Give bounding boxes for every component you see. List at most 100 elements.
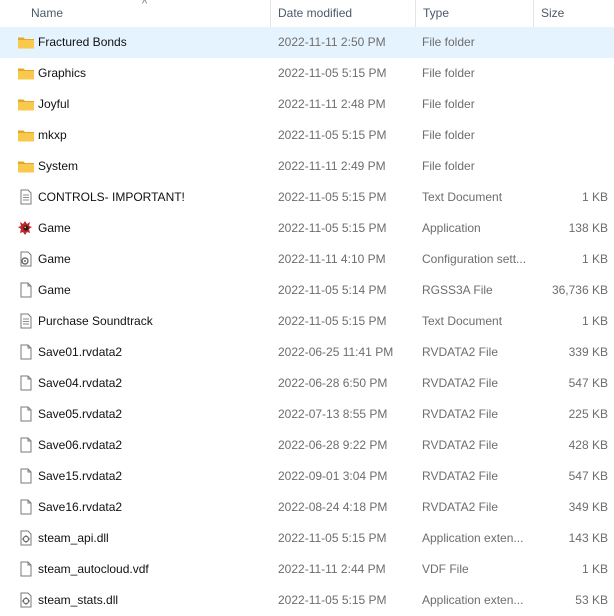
file-name: Game xyxy=(38,283,71,297)
file-row[interactable]: Save15.rvdata2 2022-09-01 3:04 PM RVDATA2 … xyxy=(0,461,614,492)
folder-row[interactable]: Graphics 2022-11-05 5:15 PM File folder xyxy=(0,58,614,89)
file-row[interactable]: Save06.rvdata2 2022-06-28 9:22 PM RVDATA2 … xyxy=(0,430,614,461)
file-date-modified: 2022-11-11 4:10 PM xyxy=(278,252,386,266)
file-size: 1 KB xyxy=(581,252,608,266)
folder-icon xyxy=(17,27,35,58)
file-name: Save05.rvdata2 xyxy=(38,407,123,421)
folder-row[interactable]: System 2022-11-11 2:49 PM File folder xyxy=(0,151,614,182)
folder-icon xyxy=(17,58,35,89)
file-size: 349 KB xyxy=(568,500,608,514)
file-size: 53 KB xyxy=(575,593,608,607)
file-size: 339 KB xyxy=(568,345,608,359)
file-type: RVDATA2 File xyxy=(422,345,499,359)
blank-file-icon xyxy=(17,337,35,368)
blank-file-icon xyxy=(17,399,35,430)
text-document-icon xyxy=(17,306,35,337)
file-type: RGSS3A File xyxy=(422,283,493,297)
file-size: 138 KB xyxy=(568,221,608,235)
file-name: Graphics xyxy=(38,66,87,80)
column-header-date-modified[interactable]: Date modified xyxy=(271,0,415,27)
file-name: Joyful xyxy=(38,97,70,111)
file-date-modified: 2022-11-05 5:15 PM xyxy=(278,221,387,235)
file-name: Game xyxy=(38,252,71,266)
file-row[interactable]: Game 2022-11-05 5:14 PM RGSS3A File 36,736 … xyxy=(0,275,614,306)
blank-file-icon xyxy=(17,554,35,585)
file-size: 143 KB xyxy=(568,531,608,545)
folder-icon xyxy=(17,89,35,120)
file-date-modified: 2022-11-11 2:44 PM xyxy=(278,562,386,576)
file-size xyxy=(540,151,608,182)
file-row[interactable]: Game 2022-11-05 5:15 PM Application 138 KB xyxy=(0,213,614,244)
file-type: RVDATA2 File xyxy=(422,438,499,452)
file-date-modified: 2022-11-05 5:15 PM xyxy=(278,531,387,545)
file-type: Application exten... xyxy=(422,531,524,545)
file-name: Save06.rvdata2 xyxy=(38,438,123,452)
file-size: 1 KB xyxy=(581,562,608,576)
file-row[interactable]: steam_stats.dll 2022-11-05 5:15 PM Applica… xyxy=(0,585,614,616)
folder-row[interactable]: Joyful 2022-11-11 2:48 PM File folder xyxy=(0,89,614,120)
file-size: 225 KB xyxy=(568,407,608,421)
file-row[interactable]: steam_api.dll 2022-11-05 5:15 PM Applicati… xyxy=(0,523,614,554)
file-row[interactable]: Game 2022-11-11 4:10 PM Configuration sett… xyxy=(0,244,614,275)
file-size: 428 KB xyxy=(568,438,608,452)
folder-icon xyxy=(17,120,35,151)
file-name: Save04.rvdata2 xyxy=(38,376,123,390)
file-size xyxy=(540,89,608,120)
file-date-modified: 2022-06-25 11:41 PM xyxy=(278,345,394,359)
file-name: Fractured Bonds xyxy=(38,35,127,49)
column-header-size[interactable]: Size xyxy=(534,0,614,27)
file-type: File folder xyxy=(422,66,475,80)
file-name: steam_autocloud.vdf xyxy=(38,562,149,576)
file-type: Text Document xyxy=(422,314,503,328)
file-row[interactable]: Save16.rvdata2 2022-08-24 4:18 PM RVDATA2 … xyxy=(0,492,614,523)
blank-file-icon xyxy=(17,461,35,492)
file-date-modified: 2022-06-28 9:22 PM xyxy=(278,438,388,452)
file-type: RVDATA2 File xyxy=(422,469,499,483)
file-type: Configuration sett... xyxy=(422,252,527,266)
file-type: File folder xyxy=(422,97,475,111)
file-date-modified: 2022-11-05 5:15 PM xyxy=(278,593,387,607)
file-name: System xyxy=(38,159,79,173)
vertical-scrollbar[interactable] xyxy=(610,27,614,611)
file-type: File folder xyxy=(422,35,475,49)
file-date-modified: 2022-09-01 3:04 PM xyxy=(278,469,388,483)
file-date-modified: 2022-11-05 5:15 PM xyxy=(278,314,387,328)
blank-file-icon xyxy=(17,368,35,399)
file-date-modified: 2022-06-28 6:50 PM xyxy=(278,376,388,390)
file-row[interactable]: steam_autocloud.vdf 2022-11-11 2:44 PM VDF… xyxy=(0,554,614,585)
config-settings-icon xyxy=(17,244,35,275)
file-size: 1 KB xyxy=(581,190,608,204)
folder-row[interactable]: mkxp 2022-11-05 5:15 PM File folder xyxy=(0,120,614,151)
file-row[interactable]: Purchase Soundtrack 2022-11-05 5:15 PM Tex… xyxy=(0,306,614,337)
file-date-modified: 2022-11-05 5:15 PM xyxy=(278,66,387,80)
file-date-modified: 2022-08-24 4:18 PM xyxy=(278,500,388,514)
file-date-modified: 2022-11-05 5:15 PM xyxy=(278,190,387,204)
file-row[interactable]: Save04.rvdata2 2022-06-28 6:50 PM RVDATA2 … xyxy=(0,368,614,399)
folder-icon xyxy=(17,151,35,182)
file-size: 36,736 KB xyxy=(551,283,608,297)
file-date-modified: 2022-11-11 2:48 PM xyxy=(278,97,386,111)
file-size: 1 KB xyxy=(581,314,608,328)
column-header-type[interactable]: Type xyxy=(416,0,533,27)
file-type: Text Document xyxy=(422,190,503,204)
file-type: RVDATA2 File xyxy=(422,376,499,390)
file-date-modified: 2022-11-11 2:50 PM xyxy=(278,35,386,49)
blank-file-icon xyxy=(17,430,35,461)
file-date-modified: 2022-11-05 5:14 PM xyxy=(278,283,387,297)
file-row[interactable]: CONTROLS- IMPORTANT! 2022-11-05 5:15 PM Te… xyxy=(0,182,614,213)
file-name: Save01.rvdata2 xyxy=(38,345,123,359)
file-name: Game xyxy=(38,221,71,235)
file-date-modified: 2022-07-13 8:55 PM xyxy=(278,407,388,421)
file-type: RVDATA2 File xyxy=(422,407,499,421)
file-type: File folder xyxy=(422,159,475,173)
folder-row[interactable]: Fractured Bonds 2022-11-11 2:50 PM File fo… xyxy=(0,27,614,58)
file-size xyxy=(540,58,608,89)
file-size xyxy=(540,120,608,151)
file-row[interactable]: Save05.rvdata2 2022-07-13 8:55 PM RVDATA2 … xyxy=(0,399,614,430)
sort-ascending-icon: ^ xyxy=(142,0,148,10)
file-name: CONTROLS- IMPORTANT! xyxy=(38,190,185,204)
dll-file-icon xyxy=(17,523,35,554)
file-name: mkxp xyxy=(38,128,67,142)
file-row[interactable]: Save01.rvdata2 2022-06-25 11:41 PM RVDATA2… xyxy=(0,337,614,368)
file-type: RVDATA2 File xyxy=(422,500,499,514)
